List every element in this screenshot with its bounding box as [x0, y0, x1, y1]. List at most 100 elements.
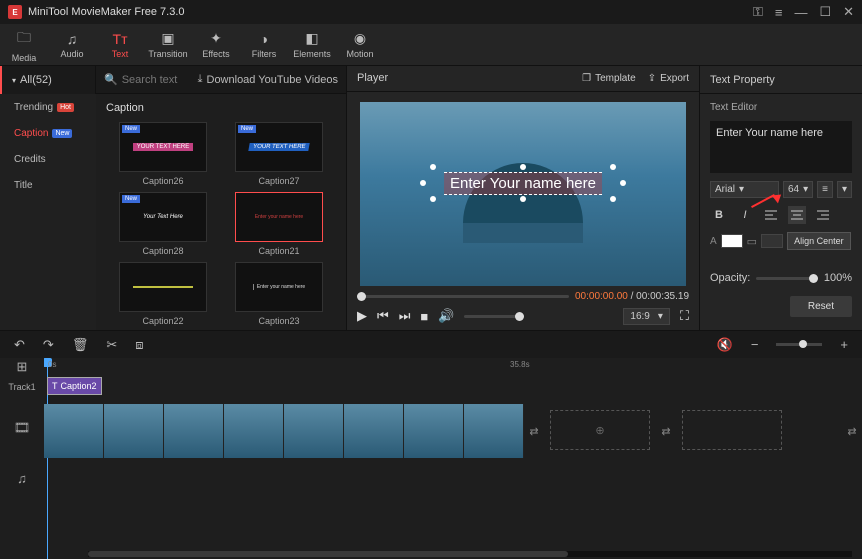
video-track-icon[interactable]: 🎞	[0, 398, 44, 458]
new-tag: New	[122, 125, 140, 133]
text-track[interactable]: TCaption2	[44, 376, 862, 398]
volume-slider[interactable]	[464, 315, 524, 318]
font-select[interactable]: Arial▾	[710, 181, 779, 198]
chevron-down-icon: ▾	[658, 311, 663, 322]
italic-button[interactable]: I	[736, 206, 754, 224]
bg-color-swatch[interactable]	[761, 234, 783, 248]
tab-transition[interactable]: ▣Transition	[144, 24, 192, 65]
zoom-slider[interactable]	[776, 343, 822, 346]
swap-icon[interactable]: ⇄	[656, 404, 676, 458]
video-track[interactable]: ⇄ ⊕ ⇄ ⇄	[44, 404, 862, 458]
key-icon[interactable]: ⚿	[753, 4, 763, 20]
category-sidebar: ▾All(52) TrendingHot CaptionNew Credits …	[0, 66, 96, 330]
chevron-down-icon: ▾	[842, 184, 847, 195]
align-left-button[interactable]	[762, 206, 780, 224]
caption-thumb[interactable]: Caption22	[110, 262, 216, 326]
timeline-settings-icon[interactable]: ⊞	[0, 358, 44, 376]
crop-button[interactable]: ⧈	[135, 337, 143, 353]
maximize-button[interactable]: ☐	[819, 4, 831, 20]
time-display: 00:00:00.00 / 00:00:35.19	[575, 291, 689, 302]
text-overlay[interactable]: Enter Your name here	[444, 172, 602, 195]
tab-audio[interactable]: ♫Audio	[48, 24, 96, 65]
track-label: Track1	[0, 376, 44, 398]
seek-slider[interactable]	[357, 295, 569, 298]
category-caption[interactable]: CaptionNew	[0, 120, 96, 146]
drop-zone[interactable]	[682, 410, 782, 450]
aspect-select[interactable]: 16:9▾	[623, 308, 670, 325]
download-icon: ⤓	[198, 73, 203, 86]
download-link[interactable]: ⤓Download YouTube Videos	[198, 73, 346, 86]
tab-filters[interactable]: ◑Filters	[240, 24, 288, 65]
swap-icon[interactable]: ⇄	[842, 404, 862, 458]
editor-label: Text Editor	[710, 102, 852, 113]
category-title[interactable]: Title	[0, 172, 96, 198]
split-button[interactable]: ✂	[106, 337, 117, 353]
category-all[interactable]: ▾All(52)	[0, 66, 96, 94]
size-select[interactable]: 64▾	[783, 181, 813, 198]
motion-icon: ◉	[354, 30, 366, 47]
text-color-icon: A	[710, 236, 717, 247]
zoom-in-button[interactable]: +	[840, 337, 848, 352]
folder-icon: 🗀	[17, 27, 31, 51]
music-icon: ♫	[67, 31, 78, 47]
category-credits[interactable]: Credits	[0, 146, 96, 172]
align-right-button[interactable]	[814, 206, 832, 224]
delete-button[interactable]: 🗑	[72, 337, 89, 353]
undo-button[interactable]: ↶	[14, 337, 25, 353]
asset-browser: 🔍Search text ⤓Download YouTube Videos Ca…	[96, 66, 346, 330]
zoom-out-button[interactable]: −	[751, 337, 759, 352]
close-button[interactable]: ✕	[843, 4, 854, 20]
more-button[interactable]: ▾	[837, 181, 852, 198]
play-button[interactable]: ▶	[357, 308, 367, 324]
filters-icon: ◑	[260, 31, 268, 47]
caption-thumb[interactable]: NewYOUR TEXT HERECaption26	[110, 122, 216, 186]
tab-effects[interactable]: ✦Effects	[192, 24, 240, 65]
text-editor[interactable]: Enter Your name here	[710, 121, 852, 173]
swap-icon[interactable]: ⇄	[524, 404, 544, 458]
app-logo: E	[8, 5, 22, 19]
time-ruler[interactable]: 0s 35.8s	[44, 358, 862, 376]
chevron-down-icon: ▾	[12, 76, 16, 85]
text-color-swatch[interactable]	[721, 234, 743, 248]
timeline: ⊞ Track1 🎞 ♫ 0s 35.8s TCaption2 ⇄ ⊕ ⇄ ⇄	[0, 358, 862, 559]
bg-color-icon: ▭	[747, 235, 757, 248]
volume-icon[interactable]: 🔊	[438, 308, 454, 324]
audio-track-icon[interactable]: ♫	[0, 458, 44, 498]
redo-button[interactable]: ↷	[43, 337, 54, 353]
player-panel: Player ❐Template ⇪Export Enter Your name…	[346, 66, 700, 330]
bold-button[interactable]: B	[710, 206, 728, 224]
drop-zone[interactable]: ⊕	[550, 410, 650, 450]
menu-icon[interactable]: ≡	[775, 5, 783, 20]
template-button[interactable]: ❐Template	[582, 73, 636, 84]
section-title: Caption	[96, 94, 346, 122]
tab-elements[interactable]: ◧Elements	[288, 24, 336, 65]
reset-button[interactable]: Reset	[790, 296, 852, 317]
caption-thumb[interactable]: NewYour Text HereCaption28	[110, 192, 216, 256]
panel-title: Text Property	[700, 66, 862, 94]
caption-thumb[interactable]: Enter your name hereCaption23	[226, 262, 332, 326]
preview-viewport[interactable]: Enter Your name here	[347, 92, 699, 290]
tab-motion[interactable]: ◉Motion	[336, 24, 384, 65]
export-button[interactable]: ⇪Export	[648, 73, 689, 84]
tab-media[interactable]: 🗀Media	[0, 24, 48, 65]
category-trending[interactable]: TrendingHot	[0, 94, 96, 120]
prev-frame-button[interactable]: ⏮	[377, 308, 389, 324]
align-center-button[interactable]	[788, 206, 806, 224]
line-spacing-icon: ≡	[822, 184, 828, 195]
chevron-down-icon: ▾	[803, 184, 808, 195]
caption-thumb[interactable]: Enter your name hereCaption21	[226, 192, 332, 256]
horizontal-scrollbar[interactable]	[88, 551, 852, 557]
fullscreen-button[interactable]: ⛶	[680, 308, 689, 324]
stop-button[interactable]: ■	[420, 309, 428, 324]
text-clip[interactable]: TCaption2	[47, 377, 102, 395]
search-input[interactable]: 🔍Search text	[96, 73, 198, 86]
line-spacing-button[interactable]: ≡	[817, 181, 833, 198]
minimize-button[interactable]: —	[794, 5, 807, 20]
main-toolbar: 🗀Media ♫Audio TᴛText ▣Transition ✦Effect…	[0, 24, 862, 66]
caption-thumb[interactable]: NewYOUR TEXT HERECaption27	[226, 122, 332, 186]
opacity-slider[interactable]	[756, 277, 818, 280]
tab-text[interactable]: TᴛText	[96, 24, 144, 65]
next-frame-button[interactable]: ⏭	[399, 308, 411, 324]
export-icon: ⇪	[648, 73, 656, 84]
mute-button[interactable]: 🔇	[717, 337, 733, 353]
